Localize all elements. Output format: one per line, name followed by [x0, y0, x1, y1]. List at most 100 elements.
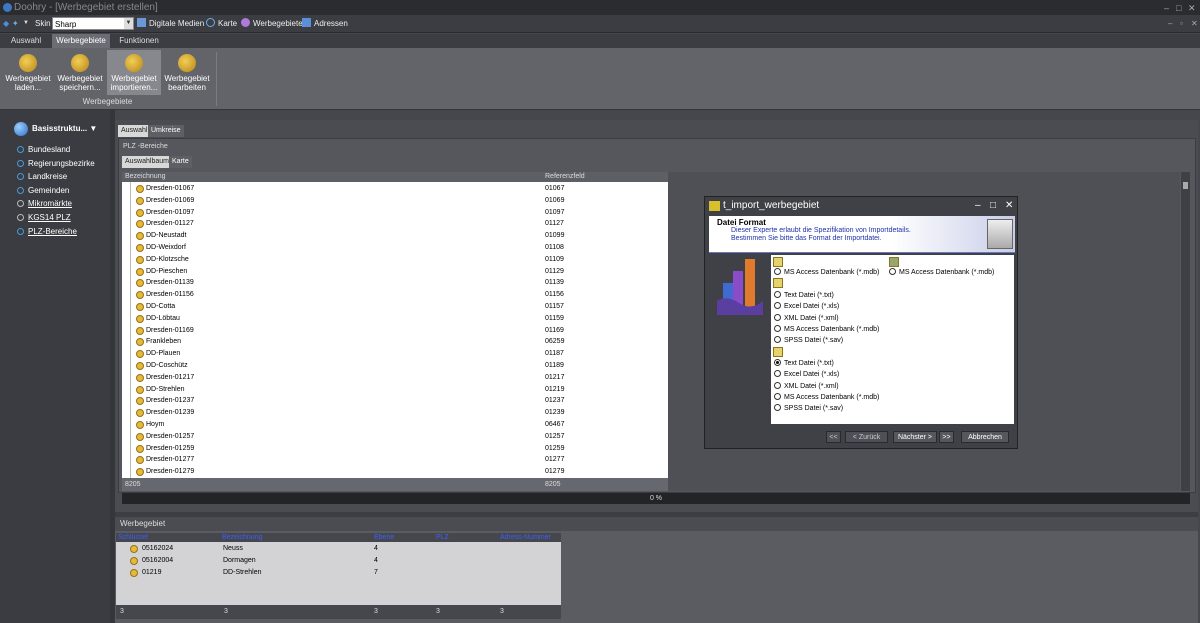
column-header-referenzfeld[interactable]: Referenzfeld — [545, 172, 585, 182]
radio-icon[interactable] — [774, 336, 781, 343]
column-header-bezeichnung-2[interactable]: Bezeichnung — [222, 533, 262, 542]
dialog-minimize-icon[interactable]: – — [975, 197, 981, 215]
table-row[interactable]: DD-Plauen 01187 — [122, 348, 668, 360]
adressen-link[interactable]: Adressen — [302, 15, 348, 32]
tab-content-auswahl[interactable]: Auswahl — [118, 125, 151, 137]
karte-link[interactable]: Karte — [206, 15, 237, 32]
palette-icon[interactable]: ✦ — [12, 15, 19, 32]
tab-werbegebiete[interactable]: Werbegebiete — [52, 34, 110, 48]
dialog-close-icon[interactable]: ✕ — [1005, 197, 1013, 215]
table-row[interactable]: Frankleben 06259 — [122, 336, 668, 348]
radio-icon[interactable] — [889, 268, 896, 275]
table-row[interactable]: Dresden-01169 01169 — [122, 325, 668, 337]
option-txt-1[interactable]: Text Datei (*.txt) — [774, 291, 834, 301]
tab-umkreise[interactable]: Umkreise — [148, 125, 184, 137]
table-row[interactable]: Dresden-01156 01156 — [122, 289, 668, 301]
mdi-minimize-icon[interactable]: – — [1168, 15, 1172, 32]
table-row[interactable]: DD-Cotta 01157 — [122, 301, 668, 313]
table-row[interactable]: Dresden-01069 01069 — [122, 195, 668, 207]
tab-funktionen[interactable]: Funktionen — [114, 34, 164, 48]
column-header-adress-nummer[interactable]: Adress-Nummer — [500, 533, 551, 542]
option-sav-1[interactable]: SPSS Datei (*.sav) — [774, 336, 843, 346]
option-xls-1[interactable]: Excel Datei (*.xls) — [774, 302, 839, 312]
column-header-schluessel[interactable]: Schlüssel — [118, 533, 148, 542]
table-row[interactable]: DD-Neustadt 01099 — [122, 230, 668, 242]
werbegebiet-bearbeiten-button[interactable]: Werbegebiet bearbeiten — [162, 50, 212, 95]
table-row[interactable]: Dresden-01127 01127 — [122, 218, 668, 230]
table-row[interactable]: Dresden-01277 01277 — [122, 454, 668, 466]
table-row[interactable]: DD-Klotzsche 01109 — [122, 254, 668, 266]
sidebar-item-plz-bereiche[interactable]: PLZ-Bereiche — [17, 226, 77, 238]
table-row[interactable]: DD-Weixdorf 01108 — [122, 242, 668, 254]
table-row[interactable]: Dresden-01237 01237 — [122, 395, 668, 407]
column-header-plz[interactable]: PLZ — [436, 533, 449, 542]
vertical-scrollbar[interactable] — [1181, 172, 1190, 491]
table-row[interactable]: DD-Löbtau 01159 — [122, 313, 668, 325]
radio-icon[interactable] — [774, 268, 781, 275]
tab-karte[interactable]: Karte — [169, 156, 192, 168]
option-mdb-1[interactable]: MS Access Datenbank (*.mdb) — [774, 268, 879, 278]
sidebar-item-gemeinden[interactable]: Gemeinden — [17, 185, 69, 197]
last-button[interactable]: >> — [939, 431, 954, 443]
radio-selected-icon[interactable] — [774, 359, 781, 366]
option-xml-1[interactable]: XML Datei (*.xml) — [774, 314, 839, 324]
first-button[interactable]: << — [826, 431, 841, 443]
sidebar-item-landkreise[interactable]: Landkreise — [17, 171, 67, 183]
table-row[interactable]: Dresden-01279 01279 — [122, 466, 668, 478]
option-mdb-2[interactable]: MS Access Datenbank (*.mdb) — [774, 325, 879, 335]
table-row[interactable]: Dresden-01217 01217 — [122, 372, 668, 384]
table-row[interactable]: Dresden-01067 01067 — [122, 183, 668, 195]
table-row[interactable]: DD-Strehlen 01219 — [122, 384, 668, 396]
next-button[interactable]: Nächster > — [893, 431, 937, 443]
dialog-maximize-icon[interactable]: □ — [990, 197, 996, 215]
maximize-icon[interactable]: □ — [1176, 1, 1181, 16]
werbegebiet-importieren-button[interactable]: Werbegebiet importieren... — [107, 50, 161, 95]
table-row[interactable]: Dresden-01259 01259 — [122, 443, 668, 455]
radio-icon[interactable] — [774, 370, 781, 377]
sidebar-header[interactable]: Basisstruktu... ▼ — [14, 122, 106, 136]
back-button[interactable]: < Zurück — [845, 431, 888, 443]
radio-icon[interactable] — [774, 393, 781, 400]
table-row[interactable]: Dresden-01257 01257 — [122, 431, 668, 443]
werbegebiet-laden-button[interactable]: Werbegebiet laden... — [3, 50, 53, 95]
chevron-down-icon[interactable]: ▼ — [124, 18, 133, 29]
radio-icon[interactable] — [774, 302, 781, 309]
app-menu-icon[interactable]: ◆ — [3, 15, 9, 32]
option-sav-2[interactable]: SPSS Datei (*.sav) — [774, 404, 843, 414]
table-row[interactable]: DD-Pieschen 01129 — [122, 266, 668, 278]
option-mdb-3[interactable]: MS Access Datenbank (*.mdb) — [774, 393, 879, 403]
mdi-close-icon[interactable]: ✕ — [1191, 15, 1198, 32]
option-mdb-right[interactable]: MS Access Datenbank (*.mdb) — [889, 268, 994, 278]
sidebar-item-mikromaerkte[interactable]: Mikromärkte — [17, 198, 72, 210]
cancel-button[interactable]: Abbrechen — [961, 431, 1009, 443]
werbegebiet-speichern-button[interactable]: Werbegebiet speichern... — [55, 50, 105, 95]
table-row[interactable]: Dresden-01097 01097 — [122, 207, 668, 219]
sidebar-item-bundesland[interactable]: Bundesland — [17, 144, 70, 156]
tab-auswahl[interactable]: Auswahl — [4, 34, 48, 48]
column-header-bezeichnung[interactable]: Bezeichnung — [125, 172, 165, 182]
list-item[interactable]: 05162024 Neuss 4 — [116, 543, 561, 555]
table-row[interactable]: Dresden-01139 01139 — [122, 277, 668, 289]
table-row[interactable]: Dresden-01239 01239 — [122, 407, 668, 419]
list-item[interactable]: 05162004 Dormagen 4 — [116, 555, 561, 567]
radio-icon[interactable] — [774, 382, 781, 389]
werbegebiete-link[interactable]: Werbegebiete — [241, 15, 303, 32]
table-row[interactable]: Hoym 06467 — [122, 419, 668, 431]
table-row[interactable]: DD-Coschütz 01189 — [122, 360, 668, 372]
skin-select[interactable]: Sharp ▼ — [52, 17, 134, 30]
chevron-down-icon[interactable]: ▼ — [89, 124, 97, 133]
option-xls-2[interactable]: Excel Datei (*.xls) — [774, 370, 839, 380]
tab-auswahlbaum[interactable]: Auswahlbaum — [122, 156, 172, 168]
list-item[interactable]: 01219 DD-Strehlen 7 — [116, 567, 561, 579]
digitale-medien-link[interactable]: Digitale Medien — [137, 15, 204, 32]
sidebar-item-kgs14-plz[interactable]: KGS14 PLZ — [17, 212, 71, 224]
dropdown-icon[interactable]: ▼ — [23, 15, 29, 32]
column-header-ebene[interactable]: Ebene — [374, 533, 394, 542]
radio-icon[interactable] — [774, 404, 781, 411]
mdi-restore-icon[interactable]: ▫ — [1180, 15, 1183, 32]
option-xml-2[interactable]: XML Datei (*.xml) — [774, 382, 839, 392]
option-txt-2[interactable]: Text Datei (*.txt) — [774, 359, 834, 369]
radio-icon[interactable] — [774, 314, 781, 321]
radio-icon[interactable] — [774, 291, 781, 298]
radio-icon[interactable] — [774, 325, 781, 332]
